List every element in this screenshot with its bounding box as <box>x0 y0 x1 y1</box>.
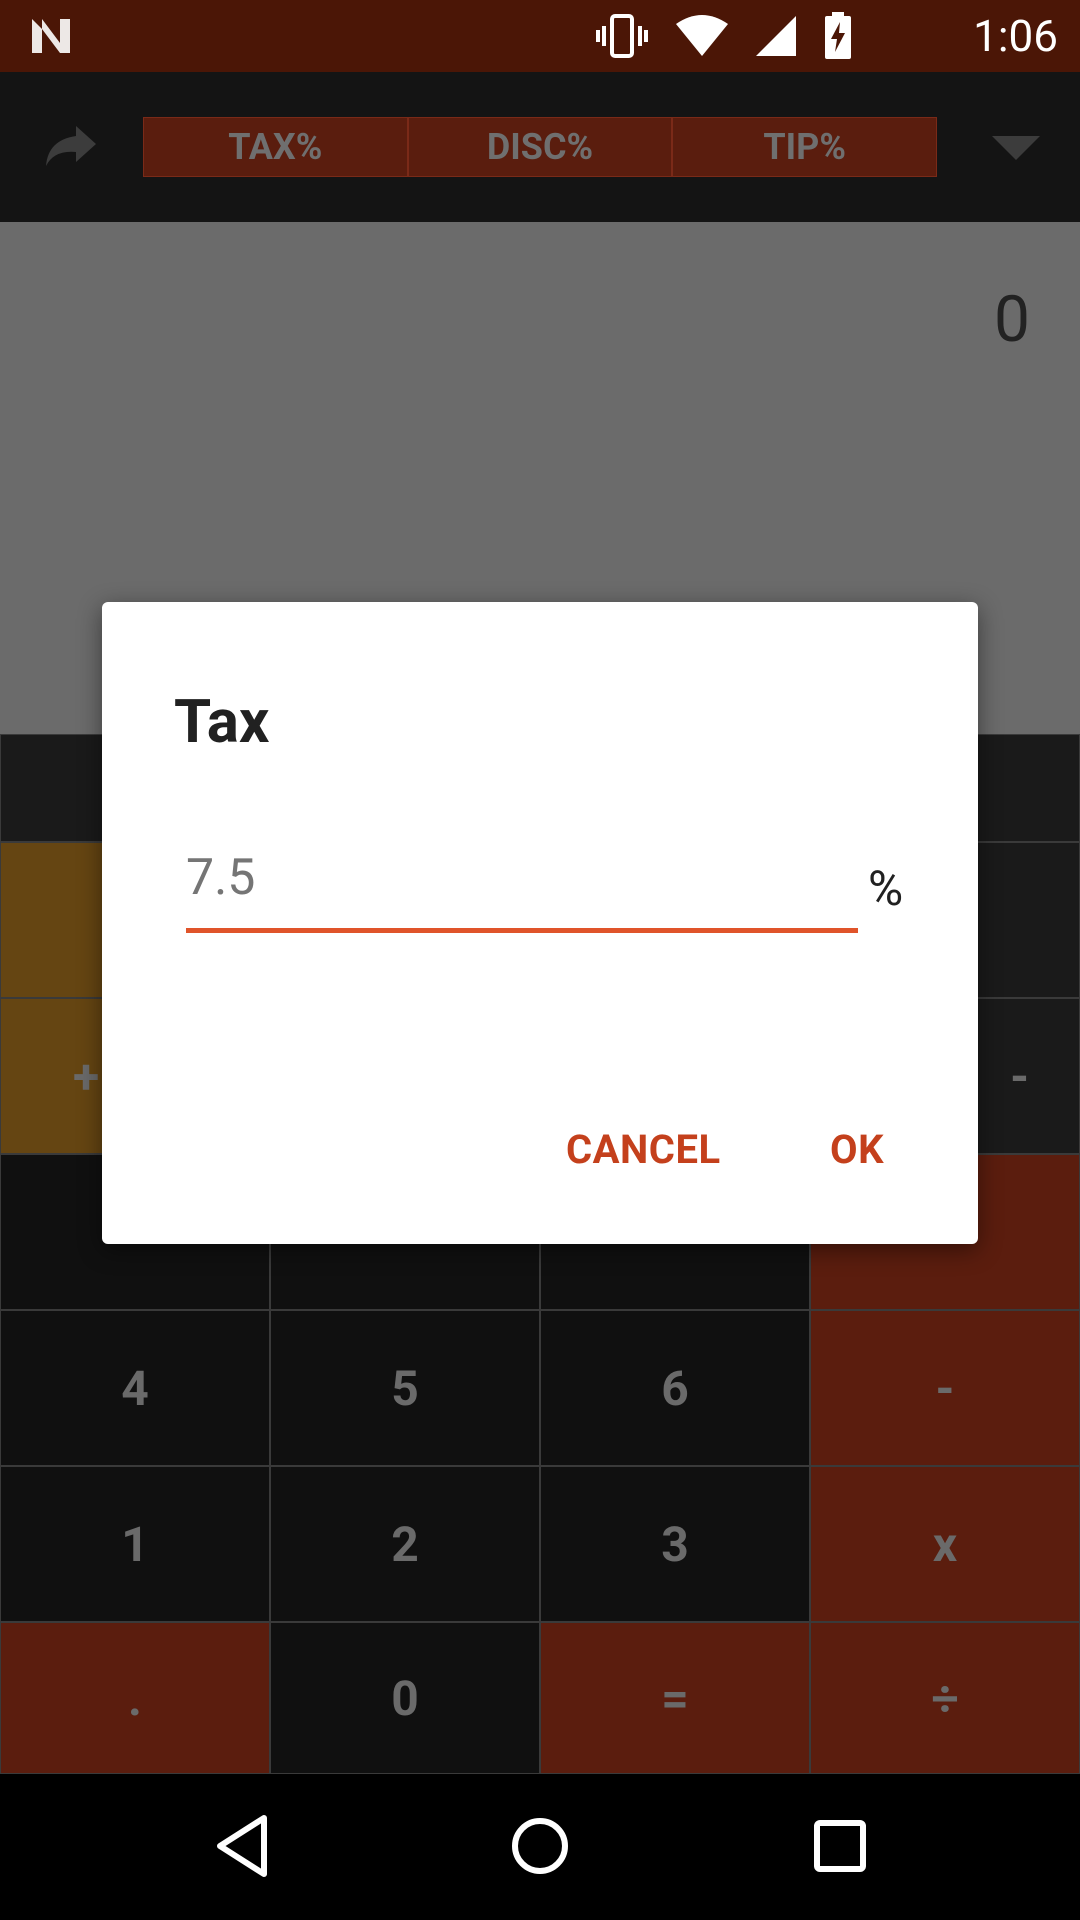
key-divide[interactable]: ÷ <box>810 1622 1080 1774</box>
key-5[interactable]: 5 <box>270 1310 540 1466</box>
tax-dialog: Tax % CANCEL OK <box>102 602 978 1244</box>
key-multiply[interactable]: x <box>810 1466 1080 1622</box>
tab-tip[interactable]: TIP% <box>672 117 938 177</box>
home-icon[interactable] <box>510 1814 570 1878</box>
redo-icon[interactable] <box>42 122 98 170</box>
key-subtract[interactable]: - <box>810 1310 1080 1466</box>
battery-charging-icon <box>825 12 851 59</box>
percent-suffix: % <box>868 860 904 917</box>
key-decimal[interactable]: . <box>0 1622 270 1774</box>
recents-icon[interactable] <box>812 1814 868 1878</box>
key-0[interactable]: 0 <box>270 1622 540 1774</box>
status-bar: 1:06 <box>0 0 1080 72</box>
navigation-bar <box>0 1774 1080 1920</box>
key-equals[interactable]: = <box>540 1622 810 1774</box>
back-icon[interactable] <box>214 1814 270 1878</box>
cancel-button[interactable]: CANCEL <box>566 1126 721 1173</box>
vibrate-icon <box>596 14 648 58</box>
input-underline <box>186 928 858 933</box>
clock: 1:06 <box>973 10 1058 62</box>
tab-tax[interactable]: TAX% <box>143 117 408 177</box>
key-6[interactable]: 6 <box>540 1310 810 1466</box>
key-2[interactable]: 2 <box>270 1466 540 1622</box>
key-3[interactable]: 3 <box>540 1466 810 1622</box>
n-logo-icon <box>32 19 70 53</box>
dialog-title: Tax <box>174 686 270 757</box>
ok-button[interactable]: OK <box>830 1126 884 1173</box>
tab-disc[interactable]: DISC% <box>407 117 673 177</box>
toolbar: TAX% DISC% TIP% <box>0 72 1080 222</box>
signal-icon <box>756 16 796 56</box>
tax-rate-input[interactable] <box>186 846 858 910</box>
mode-tabs: TAX% DISC% TIP% <box>143 117 938 177</box>
status-icons <box>594 12 852 59</box>
dropdown-triangle-icon[interactable] <box>992 136 1040 160</box>
key-1[interactable]: 1 <box>0 1466 270 1622</box>
wifi-icon <box>676 15 728 56</box>
key-4[interactable]: 4 <box>0 1310 270 1466</box>
display-value: 0 <box>994 282 1030 357</box>
